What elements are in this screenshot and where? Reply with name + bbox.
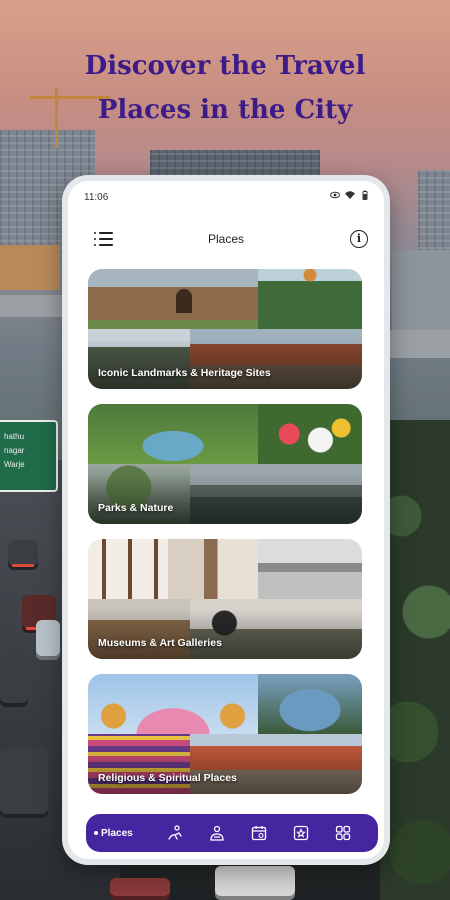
park-photo <box>190 464 362 524</box>
phone-frame: 11:06 Places i Iconic Landmarks & Herita… <box>62 175 390 865</box>
museum-photo <box>168 539 258 599</box>
background-building <box>392 250 450 330</box>
background-trees <box>380 420 450 900</box>
eye-icon <box>330 191 340 199</box>
nav-item-events[interactable] <box>238 819 280 847</box>
grid-icon <box>335 825 351 841</box>
bottom-nav: Places <box>86 814 378 852</box>
guide-icon <box>210 825 224 841</box>
landmark-photo <box>190 329 362 389</box>
headline-line-1: Discover the Travel <box>84 51 366 81</box>
nav-item-activities[interactable] <box>154 819 196 847</box>
status-bar: 11:06 <box>68 181 384 211</box>
wifi-icon <box>345 191 355 199</box>
category-card-religious[interactable]: Religious & Spiritual Places <box>88 674 362 794</box>
nav-item-more[interactable] <box>322 819 364 847</box>
park-photo <box>258 404 362 464</box>
background-car <box>8 540 38 570</box>
landmark-photo <box>88 329 190 389</box>
category-label: Religious & Spiritual Places <box>98 772 237 784</box>
museum-photo <box>88 599 190 659</box>
background-building <box>0 245 60 290</box>
background-car <box>36 620 60 660</box>
park-photo <box>88 404 258 464</box>
background-car <box>110 878 170 900</box>
status-icons <box>330 190 370 200</box>
landmark-photo <box>88 269 258 329</box>
nav-item-guides[interactable] <box>196 819 238 847</box>
nav-item-places[interactable]: Places <box>94 828 154 839</box>
background-bridge <box>390 330 450 358</box>
hiking-icon <box>168 825 182 840</box>
category-list: Iconic Landmarks & Heritage Sites Parks … <box>88 269 362 809</box>
nav-active-label: Places <box>101 827 133 839</box>
temple-photo <box>258 674 362 734</box>
active-indicator <box>94 831 98 835</box>
background-car <box>0 655 28 707</box>
battery-icon <box>362 190 368 200</box>
road-sign-line: nagar <box>4 446 25 455</box>
gallery-icon <box>293 825 309 841</box>
app-bar-title: Places <box>207 232 245 246</box>
category-label: Parks & Nature <box>98 502 174 514</box>
landmark-photo <box>258 269 362 329</box>
fort-gate <box>176 289 192 313</box>
category-label: Iconic Landmarks & Heritage Sites <box>98 367 271 379</box>
category-card-landmarks[interactable]: Iconic Landmarks & Heritage Sites <box>88 269 362 389</box>
temple-photo <box>190 734 362 794</box>
background-bridge <box>0 295 62 317</box>
category-card-museums[interactable]: Museums & Art Galleries <box>88 539 362 659</box>
road-sign-line: hathu <box>4 432 25 441</box>
info-button[interactable]: i <box>350 230 368 248</box>
temple-photo <box>88 734 190 794</box>
park-photo <box>88 464 190 524</box>
info-icon: i <box>356 232 362 245</box>
category-label: Museums & Art Galleries <box>98 637 222 649</box>
museum-photo <box>88 539 168 599</box>
calendar-icon <box>251 826 267 841</box>
app-bar: Places i <box>68 225 384 255</box>
museum-photo <box>258 539 362 599</box>
road-sign: hathu nagar Warje <box>0 420 58 492</box>
road-sign-line: Warje <box>4 460 25 469</box>
promo-headline: Discover the Travel Places in the City <box>0 44 450 132</box>
museum-photo <box>190 599 362 659</box>
nav-item-gallery[interactable] <box>280 819 322 847</box>
background-car <box>0 748 48 818</box>
category-card-parks[interactable]: Parks & Nature <box>88 404 362 524</box>
status-time: 11:06 <box>84 192 109 203</box>
temple-photo <box>88 674 258 734</box>
headline-line-2: Places in the City <box>97 95 353 125</box>
background-car <box>215 866 295 900</box>
